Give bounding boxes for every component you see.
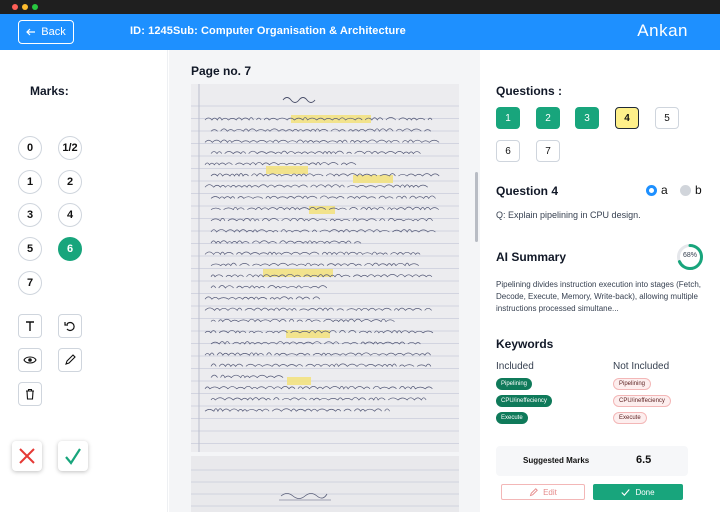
page-title: ID: 1245Sub: Computer Organisation & Arc… — [130, 25, 406, 37]
trash-icon — [26, 388, 34, 400]
done-button-label: Done — [635, 487, 655, 497]
question-title: Question 4 — [496, 184, 559, 198]
option-a-radio[interactable] — [646, 185, 657, 196]
ai-summary-title: AI Summary — [496, 250, 567, 264]
option-a-label: a — [661, 183, 668, 197]
evaluation-panel: Questions : 1 2 3 4 5 6 7 Question 4 a b… — [481, 50, 720, 512]
suggested-marks-label: Suggested Marks — [523, 456, 590, 465]
option-b-radio[interactable] — [680, 185, 691, 196]
back-button[interactable]: Back — [18, 20, 74, 44]
mark-button-0[interactable]: 0 — [18, 136, 42, 160]
next-page-image[interactable] — [191, 456, 459, 512]
app-window: Back ID: 1245Sub: Computer Organisation … — [0, 0, 720, 512]
question-button-1[interactable]: 1 — [496, 107, 520, 129]
pen-tool-button[interactable] — [58, 348, 82, 372]
included-keyword: Pipelining — [496, 378, 533, 390]
missing-keyword: Execute — [613, 412, 647, 424]
pencil-icon — [65, 354, 76, 365]
ai-score-ring: 68% — [676, 243, 704, 271]
back-button-label: Back — [41, 26, 66, 38]
questions-title: Questions : — [496, 84, 563, 98]
edit-button[interactable]: Edit — [501, 484, 585, 500]
ai-score-value: 68% — [682, 252, 697, 259]
viewer-scrollbar[interactable] — [475, 172, 478, 242]
question-button-6[interactable]: 6 — [496, 140, 520, 162]
handwriting-image-next — [191, 456, 459, 512]
mark-button-1[interactable]: 1 — [18, 170, 42, 194]
suggested-marks-box: Suggested Marks 6.5 — [496, 446, 688, 476]
marks-title: Marks: — [30, 84, 69, 98]
answer-sheet-viewer: Page no. 7 — [169, 50, 480, 512]
missing-keyword: CPU/ineffeciency — [613, 395, 671, 407]
keywords-title: Keywords — [496, 337, 554, 351]
pencil-icon — [529, 487, 538, 496]
cross-icon — [19, 448, 35, 464]
text-icon — [26, 321, 34, 331]
delete-button[interactable] — [18, 382, 42, 406]
text-tool-button[interactable] — [18, 314, 42, 338]
answer-sheet-image[interactable] — [191, 84, 459, 452]
included-keyword: Execute — [496, 412, 528, 424]
mark-button-3[interactable]: 3 — [18, 203, 42, 227]
eye-icon — [23, 356, 37, 364]
included-keyword: CPU/ineffeciency — [496, 395, 552, 407]
question-button-3[interactable]: 3 — [575, 107, 599, 129]
minimize-window-dot[interactable] — [22, 4, 28, 10]
question-button-2[interactable]: 2 — [536, 107, 560, 129]
close-window-dot[interactable] — [12, 4, 18, 10]
marks-panel: Marks: 0 1/2 1 2 3 4 5 6 7 — [0, 50, 168, 512]
top-header: Back ID: 1245Sub: Computer Organisation … — [0, 14, 720, 50]
question-text: Q: Explain pipelining in CPU design. — [496, 210, 641, 220]
check-icon — [621, 488, 631, 496]
window-titlebar — [0, 0, 720, 14]
arrow-left-icon — [26, 28, 36, 36]
maximize-window-dot[interactable] — [32, 4, 38, 10]
user-name: Ankan — [637, 21, 688, 40]
mark-button-half[interactable]: 1/2 — [58, 136, 82, 160]
edit-button-label: Edit — [543, 487, 557, 497]
included-label: Included — [496, 361, 534, 372]
done-button[interactable]: Done — [593, 484, 683, 500]
check-icon — [65, 448, 81, 465]
mark-button-5[interactable]: 5 — [18, 237, 42, 261]
reject-button[interactable] — [12, 441, 42, 471]
option-b-label: b — [695, 183, 702, 197]
mark-button-4[interactable]: 4 — [58, 203, 82, 227]
mark-button-2[interactable]: 2 — [58, 170, 82, 194]
undo-button[interactable] — [58, 314, 82, 338]
page-number-label: Page no. 7 — [191, 64, 252, 78]
missing-keyword: Pipelining — [613, 378, 652, 390]
question-button-7[interactable]: 7 — [536, 140, 560, 162]
mark-button-6[interactable]: 6 — [58, 237, 82, 261]
not-included-label: Not Included — [613, 361, 670, 372]
mark-button-7[interactable]: 7 — [18, 271, 42, 295]
ai-summary-text: Pipelining divides instruction execution… — [496, 280, 701, 313]
undo-icon — [64, 321, 75, 332]
suggested-marks-value: 6.5 — [636, 454, 652, 466]
accept-button[interactable] — [58, 441, 88, 471]
question-button-5[interactable]: 5 — [655, 107, 679, 129]
handwriting-image — [191, 84, 459, 452]
question-button-4[interactable]: 4 — [615, 107, 639, 129]
view-button[interactable] — [18, 348, 42, 372]
